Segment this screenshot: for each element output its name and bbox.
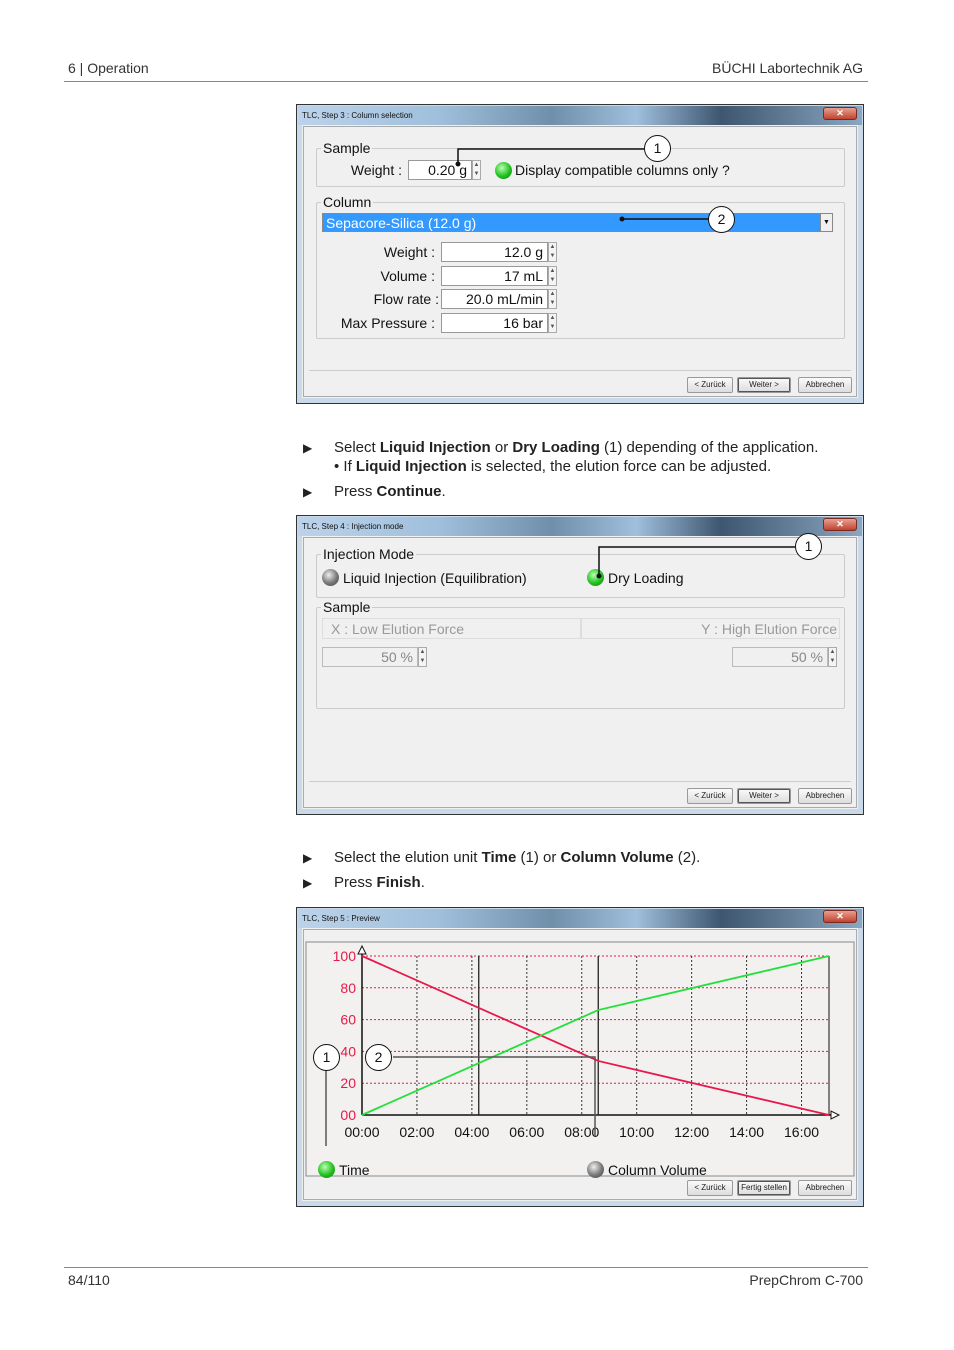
text-fragment: Press <box>334 483 377 500</box>
callout-line-1 <box>598 546 795 576</box>
callout-1: 1 <box>644 135 671 162</box>
instruction-step: ▶ Press Finish. <box>303 874 425 891</box>
text-fragment: Select <box>334 439 380 456</box>
instruction-step: ▶ Select the elution unit Time (1) or Col… <box>303 849 700 866</box>
instruction-text: Press Continue. <box>334 483 446 500</box>
callout-line-2 <box>393 1056 596 1136</box>
instruction-text: • If Liquid Injection is selected, the e… <box>334 458 771 475</box>
arrow-icon: ▶ <box>303 485 313 499</box>
text-fragment: . <box>420 874 425 891</box>
emphasis-text: Liquid Injection <box>355 458 467 475</box>
instruction-text: Press Finish. <box>334 874 425 891</box>
emphasis-text: Finish <box>376 874 421 891</box>
arrow-icon: ▶ <box>303 876 313 890</box>
callout-1: 1 <box>795 533 822 560</box>
page-number: 84/110 <box>68 1272 110 1288</box>
callout-2: 2 <box>365 1044 392 1071</box>
text-fragment: (1) depending of the application. <box>599 439 819 456</box>
arrow-icon: ▶ <box>303 851 313 865</box>
instruction-text: Select Liquid Injection or Dry Loading (… <box>334 439 818 456</box>
footer-rule <box>64 1267 868 1268</box>
emphasis-text: Dry Loading <box>512 439 600 456</box>
emphasis-text: Time <box>481 849 517 866</box>
instruction-step: ▶ Select Liquid Injection or Dry Loading … <box>303 439 818 456</box>
arrow-icon: ▶ <box>303 441 313 455</box>
callout-dot-1 <box>455 161 461 167</box>
instruction-sub: • If Liquid Injection is selected, the e… <box>334 458 771 475</box>
callout-dot-1 <box>596 573 602 579</box>
header-section: 6 | Operation <box>68 60 149 76</box>
header-company: BÜCHI Labortechnik AG <box>712 60 863 76</box>
callout-2: 2 <box>708 206 735 233</box>
header-rule <box>64 81 868 82</box>
dialog-preview: TLC, Step 5 : Preview ✕ 00 20 40 60 80 100 00:0… <box>296 907 864 1207</box>
text-fragment: is selected, the elution force can be ad… <box>466 458 772 475</box>
text-fragment: (2). <box>673 849 701 866</box>
dialog-column-selection: TLC, Step 3 : Column selection ✕ Sample W… <box>296 104 864 404</box>
instruction-step: ▶ Press Continue. <box>303 483 446 500</box>
product-name: PrepChrom C-700 <box>749 1272 863 1288</box>
text-fragment: Press <box>334 874 377 891</box>
emphasis-text: Continue <box>376 483 442 500</box>
dialog-injection-mode: TLC, Step 4 : Injection mode ✕ Injection … <box>296 515 864 815</box>
callout-line-1 <box>457 148 644 165</box>
text-fragment: (1) or <box>516 849 561 866</box>
text-fragment: • If <box>334 458 356 475</box>
text-fragment: Select the elution unit <box>334 849 482 866</box>
instruction-text: Select the elution unit Time (1) or Colu… <box>334 849 700 866</box>
emphasis-text: Column Volume <box>560 849 674 866</box>
callout-lines <box>596 546 795 579</box>
callout-1: 1 <box>313 1044 340 1071</box>
text-fragment: . <box>441 483 446 500</box>
callout-dot-2 <box>619 216 625 222</box>
text-fragment: or <box>490 439 513 456</box>
emphasis-text: Liquid Injection <box>379 439 491 456</box>
callout-lines <box>455 148 709 222</box>
